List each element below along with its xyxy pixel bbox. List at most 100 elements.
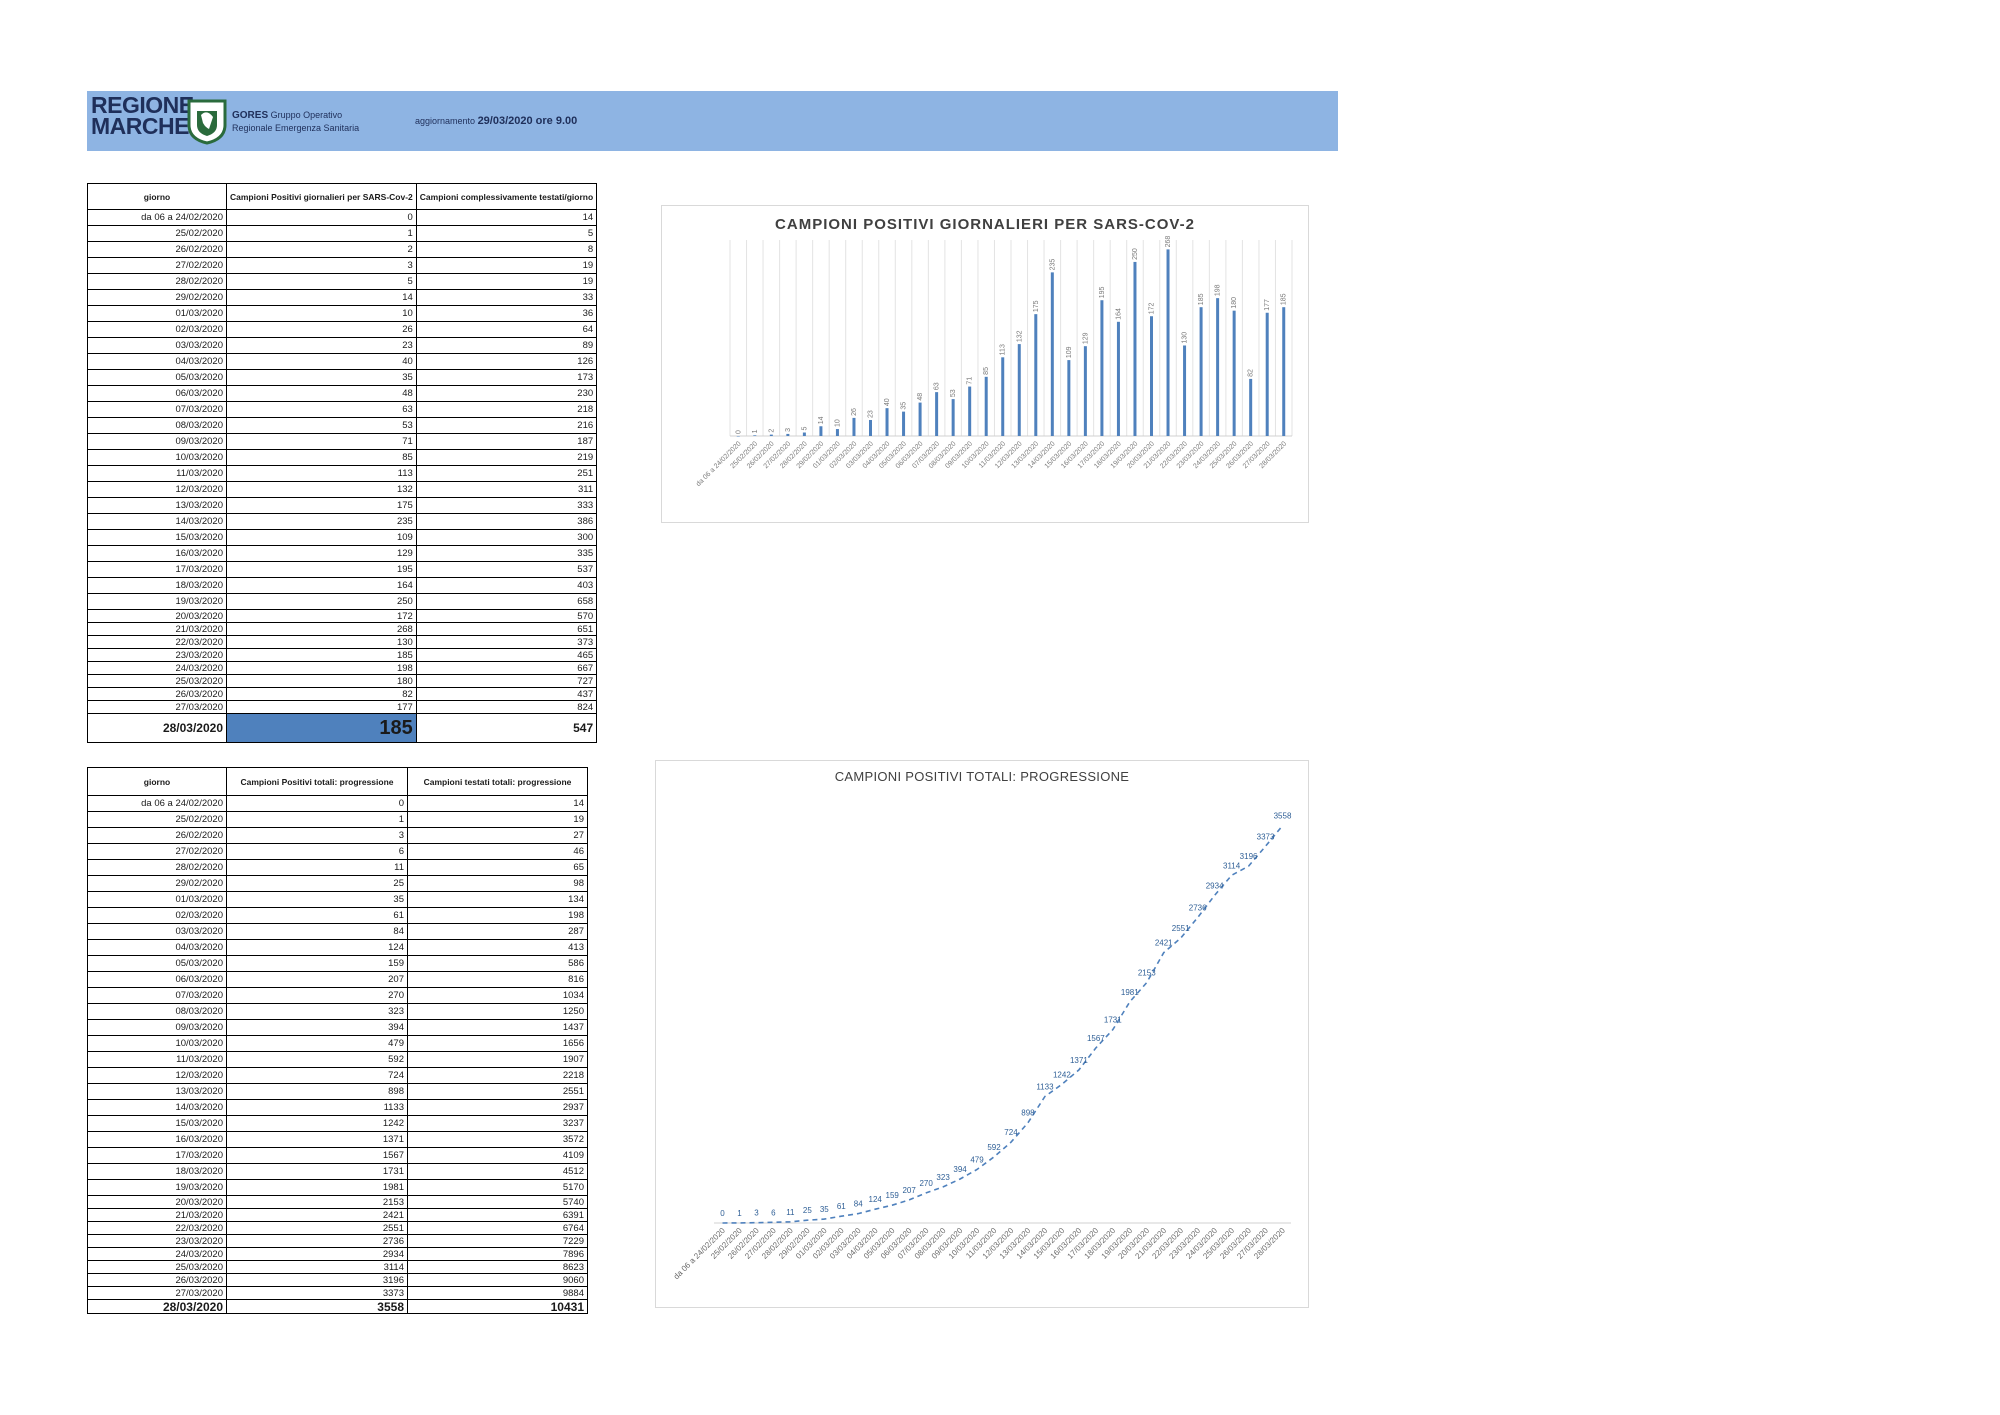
bar (968, 386, 972, 436)
table-cell: 3196 (226, 1273, 408, 1287)
bar (902, 411, 906, 436)
bar (1150, 316, 1153, 436)
table-cell: 403 (415, 577, 598, 594)
table-cell: 586 (407, 955, 588, 972)
data-label: 724 (1004, 1128, 1018, 1137)
table-cell: 8 (415, 241, 598, 258)
bar (1034, 314, 1038, 436)
table-cell: 113 (226, 465, 417, 482)
header-band: REGIONE MARCHE GORES Gruppo Operativo Re… (87, 91, 1338, 151)
data-label: 898 (1021, 1109, 1035, 1118)
column-header: Campioni testati totali: progressione (407, 767, 588, 796)
table-cell: 18/03/2020 (87, 577, 227, 594)
table-row: 25/03/2020 3114 8623 (87, 1260, 588, 1274)
data-label: 130 (1182, 332, 1189, 344)
table-cell: 386 (415, 513, 598, 530)
table-cell: 126 (415, 353, 598, 370)
table-cell: 07/03/2020 (87, 401, 227, 418)
data-label: 48 (917, 393, 924, 401)
table-row: 12/03/2020 132 311 (87, 481, 598, 498)
bar (1265, 312, 1269, 436)
table-cell: 268 (226, 622, 417, 636)
table-cell: 207 (226, 971, 408, 988)
table-cell: 04/03/2020 (87, 939, 227, 956)
table-row: 16/03/2020 129 335 (87, 545, 598, 562)
data-label: 1242 (1053, 1070, 1071, 1079)
data-label: 124 (869, 1195, 883, 1204)
table-cell: 61 (226, 907, 408, 924)
table-cell: 159 (226, 955, 408, 972)
table-row: 26/02/2020 3 27 (87, 827, 588, 844)
data-label: 3373 (1257, 832, 1275, 841)
table-row: 27/02/2020 3 19 (87, 257, 598, 274)
data-label: 1133 (1036, 1082, 1054, 1091)
data-label: 132 (1016, 330, 1023, 342)
table-cell: 1981 (226, 1179, 408, 1196)
table-row: 10/03/2020 85 219 (87, 449, 598, 466)
table-row: 22/03/2020 2551 6764 (87, 1221, 588, 1235)
table-cell: 01/03/2020 (87, 305, 227, 322)
table-row: 02/03/2020 61 198 (87, 907, 588, 924)
bar (736, 436, 740, 437)
table-row: 20/03/2020 2153 5740 (87, 1195, 588, 1209)
data-label: 1567 (1087, 1034, 1105, 1043)
table-cell: 1133 (226, 1099, 408, 1116)
table-cell: 816 (407, 971, 588, 988)
table-cell: 6391 (407, 1208, 588, 1222)
table-cell: 4109 (407, 1147, 588, 1164)
data-label: 1 (737, 1209, 742, 1218)
table-row: 27/02/2020 6 46 (87, 843, 588, 860)
table-row: 05/03/2020 35 173 (87, 369, 598, 386)
table-cell: 15/03/2020 (87, 1115, 227, 1132)
table-cell: 35 (226, 369, 417, 386)
table-row: 17/03/2020 1567 4109 (87, 1147, 588, 1164)
bar (819, 426, 823, 436)
table-cell: 1567 (226, 1147, 408, 1164)
table-row: 04/03/2020 124 413 (87, 939, 588, 956)
table-row: 10/03/2020 479 1656 (87, 1035, 588, 1052)
table-cell: 5740 (407, 1195, 588, 1209)
update-info: aggiornamento 29/03/2020 ore 9.00 (415, 115, 577, 127)
table-cell: 14 (226, 289, 417, 306)
data-label: 40 (884, 398, 891, 406)
data-label: 323 (936, 1173, 950, 1182)
table-row: 03/03/2020 23 89 (87, 337, 598, 354)
data-label: 207 (902, 1186, 916, 1195)
table-cell: 824 (415, 700, 598, 714)
table-cell: 65 (407, 859, 588, 876)
table-row: 18/03/2020 164 403 (87, 577, 598, 594)
table-cell: 25/02/2020 (87, 811, 227, 828)
table-cell: 250 (226, 593, 417, 610)
table-cell: 19/03/2020 (87, 593, 227, 610)
table-cell: 16/03/2020 (87, 545, 227, 562)
table-cell: 46 (407, 843, 588, 860)
table-cell: 25 (226, 875, 408, 892)
table-cell: 19 (415, 257, 598, 274)
table-cell: 187 (415, 433, 598, 450)
data-label: 113 (1000, 344, 1007, 355)
table-cell: 3 (226, 827, 408, 844)
table-cell: 651 (415, 622, 598, 636)
table-cell: 2937 (407, 1099, 588, 1116)
table-cell: 24/03/2020 (87, 661, 227, 675)
table-cell: 23 (226, 337, 417, 354)
table-cell: 1250 (407, 1003, 588, 1020)
data-label: 394 (953, 1165, 967, 1174)
table-cell: 2736 (226, 1234, 408, 1248)
table-cell: 3558 (226, 1299, 408, 1314)
table-cell: 09/03/2020 (87, 1019, 227, 1036)
table-cell: 270 (226, 987, 408, 1004)
data-label: 250 (1132, 248, 1139, 260)
table-row: 26/03/2020 3196 9060 (87, 1273, 588, 1287)
update-label: aggiornamento (415, 116, 476, 126)
table-cell: 177 (226, 700, 417, 714)
table-cell: 373 (415, 635, 598, 649)
table-cell: 570 (415, 609, 598, 623)
update-value: 29/03/2020 ore 9.00 (477, 115, 578, 127)
table-row: 23/03/2020 185 465 (87, 648, 598, 662)
table-row: 04/03/2020 40 126 (87, 353, 598, 370)
table-cell: 5170 (407, 1179, 588, 1196)
cumulative-positives-chart: CAMPIONI POSITIVI TOTALI: PROGRESSIONE 0… (655, 760, 1309, 1308)
data-label: 175 (1033, 300, 1040, 312)
table-cell: 84 (226, 923, 408, 940)
